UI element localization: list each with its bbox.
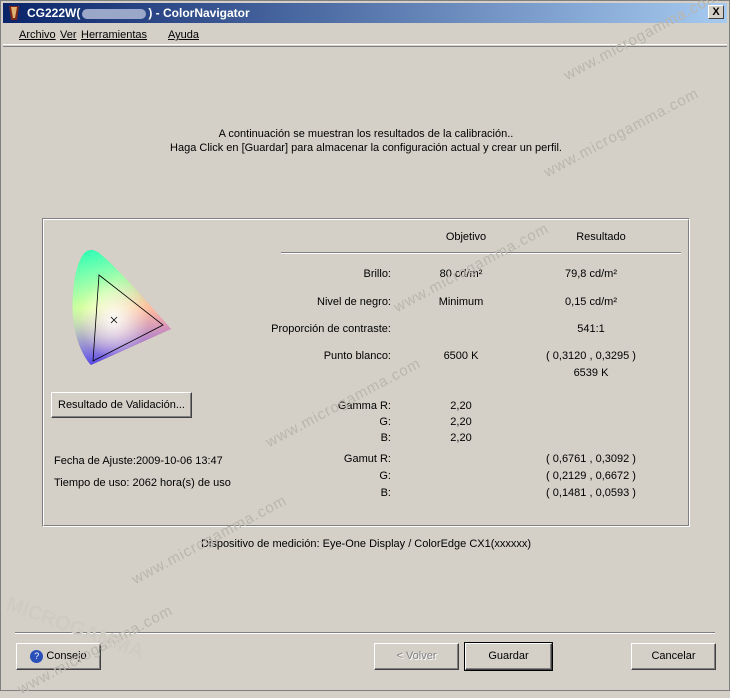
gamma-g-label: G: <box>379 416 391 428</box>
app-icon <box>9 6 19 20</box>
gamut-r-value: ( 0,6761 , 0,3092 ) <box>546 453 636 465</box>
title-redacted <box>82 8 147 19</box>
help-icon: ? <box>30 649 44 663</box>
bottom-separator <box>15 632 715 634</box>
negro-objetivo: Minimum <box>438 296 484 308</box>
title-bar: CG222W( ) - ColorNavigator X <box>3 3 727 23</box>
contraste-label: Proporción de contraste: <box>271 323 391 335</box>
validation-result-button[interactable]: Resultado de Validación... <box>51 392 192 418</box>
menu-ayuda[interactable]: Ayuda <box>168 29 199 41</box>
gamut-r-label: Gamut R: <box>343 453 391 465</box>
negro-label: Nivel de negro: <box>317 296 391 308</box>
consejo-label: Consejo <box>46 650 87 662</box>
blanco-label: Punto blanco: <box>323 350 391 362</box>
brillo-resultado: 79,8 cd/m² <box>565 268 617 280</box>
gamut-g-label: G: <box>379 470 391 482</box>
menu-ver[interactable]: Ver <box>60 29 77 41</box>
guardar-button[interactable]: Guardar <box>464 642 553 671</box>
title-prefix: CG222W( <box>27 6 81 20</box>
instructions-line2: Haga Click en [Guardar] para almacenar l… <box>170 142 562 154</box>
blanco-resultado-k: 6539 K <box>573 367 609 379</box>
consejo-button[interactable]: ? Consejo <box>16 643 101 670</box>
cie-gamut-diagram <box>72 249 171 365</box>
window-title: CG222W( ) - ColorNavigator <box>27 6 250 20</box>
blanco-objetivo: 6500 K <box>443 350 479 362</box>
gamma-g-value: 2,20 <box>450 416 472 428</box>
cancelar-button[interactable]: Cancelar <box>631 643 716 670</box>
gamma-b-label: B: <box>380 432 391 444</box>
volver-button[interactable]: < Volver <box>374 643 459 670</box>
col-header-objetivo: Objetivo <box>445 231 487 243</box>
gamut-b-label: B: <box>380 487 391 499</box>
usage-time: Tiempo de uso: 2062 hora(s) de uso <box>54 477 231 489</box>
gamma-b-value: 2,20 <box>450 432 472 444</box>
negro-resultado: 0,15 cd/m² <box>565 296 617 308</box>
close-icon[interactable]: X <box>708 5 724 19</box>
menu-separator <box>3 46 727 47</box>
header-divider <box>281 252 681 254</box>
col-header-resultado: Resultado <box>576 231 626 243</box>
blanco-resultado-xy: ( 0,3120 , 0,3295 ) <box>546 350 636 362</box>
contraste-resultado: 541:1 <box>577 323 605 335</box>
brillo-label: Brillo: <box>363 268 391 280</box>
adjust-date: Fecha de Ajuste:2009-10-06 13:47 <box>54 455 223 467</box>
menu-herramientas[interactable]: Herramientas <box>81 29 147 41</box>
measurement-device: Dispositivo de medición: Eye-One Display… <box>200 538 532 550</box>
colornavigator-window: CG222W( ) - ColorNavigator X Archivo Ver … <box>0 0 730 698</box>
brillo-objetivo: 80 cd/m² <box>439 268 483 280</box>
instructions: A continuación se muestran los resultado… <box>1 127 730 155</box>
instructions-line1: A continuación se muestran los resultado… <box>218 128 514 140</box>
menu-bar: Archivo Ver Herramientas Ayuda <box>3 25 727 45</box>
gamut-b-value: ( 0,1481 , 0,0593 ) <box>546 487 636 499</box>
menu-archivo[interactable]: Archivo <box>19 29 56 41</box>
gamma-r-label: Gamma R: <box>337 400 391 412</box>
title-suffix: ) - ColorNavigator <box>148 6 250 20</box>
gamma-r-value: 2,20 <box>450 400 472 412</box>
gamut-g-value: ( 0,2129 , 0,6672 ) <box>546 470 636 482</box>
